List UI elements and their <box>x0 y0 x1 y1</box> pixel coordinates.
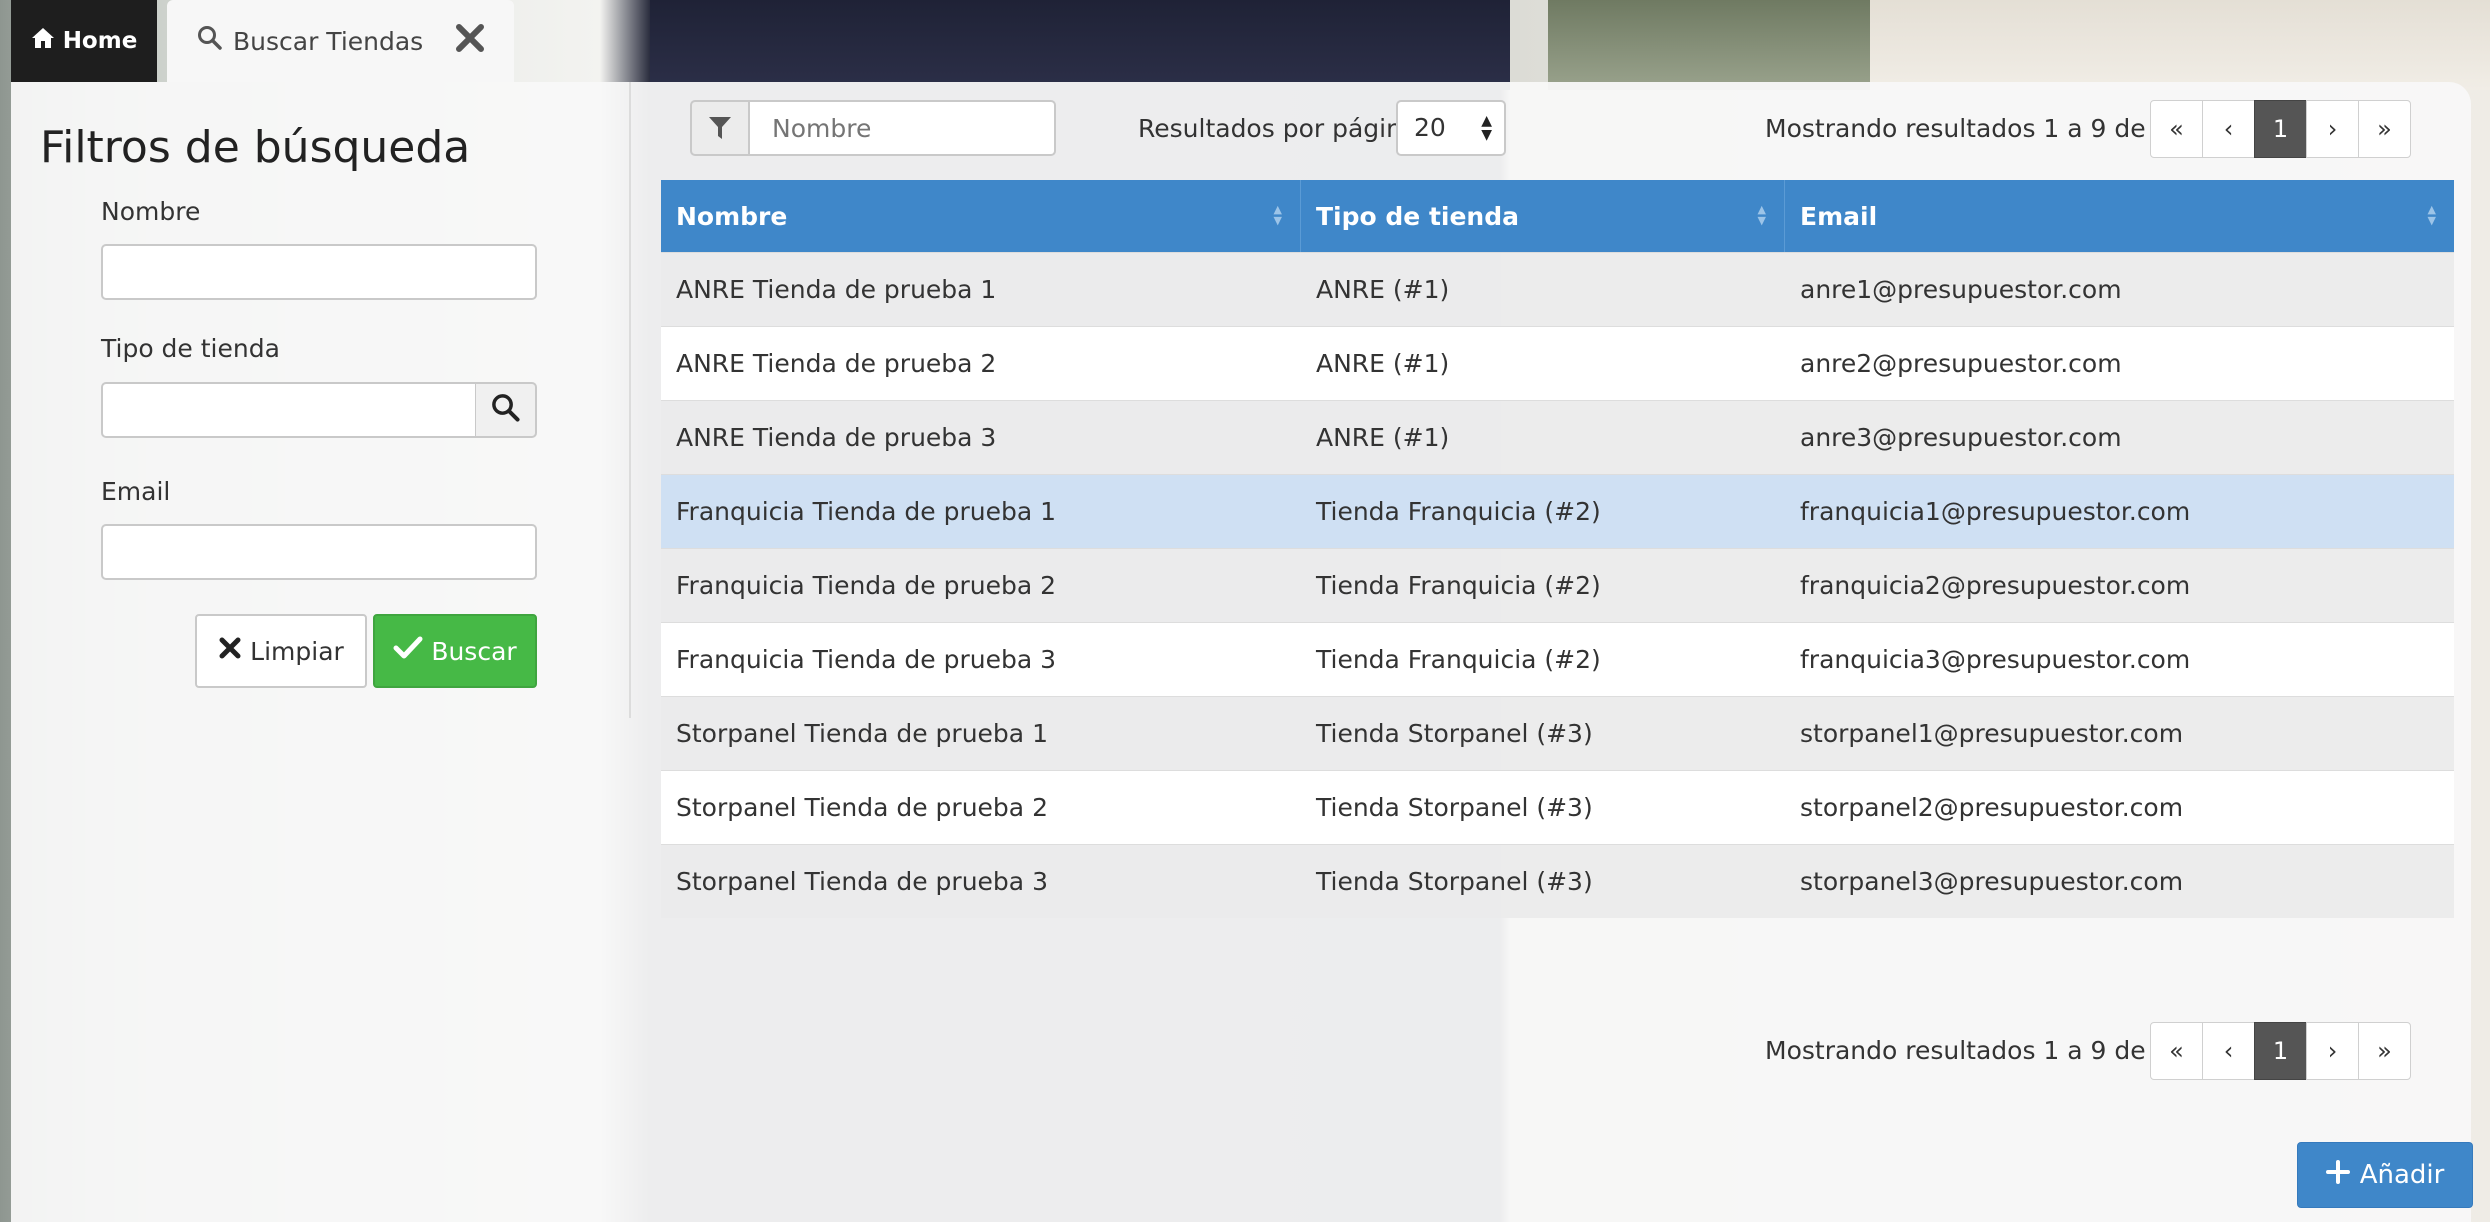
tab-bar: Home Buscar Tiendas <box>11 0 514 82</box>
column-header-label: Tipo de tienda <box>1316 201 1519 231</box>
cell-tipo: Tienda Storpanel (#3) <box>1316 793 1593 822</box>
stores-table: Nombre ▲ ▼ Tipo de tienda ▲ ▼ Email ▲ ▼ ANR… <box>661 180 2454 918</box>
close-icon[interactable] <box>454 22 486 60</box>
column-header-label: Email <box>1800 201 1878 231</box>
table-row[interactable]: Franquicia Tienda de prueba 2 Tienda Fra… <box>661 548 2454 622</box>
column-header-label: Nombre <box>676 201 788 231</box>
search-button[interactable]: Buscar <box>373 614 537 688</box>
clear-button[interactable]: Limpiar <box>195 614 367 688</box>
sidebar-title: Filtros de búsqueda <box>40 122 471 173</box>
page-next-button[interactable]: › <box>2306 1022 2359 1080</box>
tab-active-label: Buscar Tiendas <box>233 26 424 56</box>
per-page-value: 20 <box>1414 113 1446 142</box>
search-button-label: Buscar <box>431 636 517 666</box>
home-icon <box>31 27 55 55</box>
sort-icon: ▲ ▼ <box>2427 203 2436 227</box>
add-button[interactable]: Añadir <box>2297 1142 2473 1208</box>
cell-nombre: Storpanel Tienda de prueba 3 <box>676 867 1048 896</box>
cell-nombre: ANRE Tienda de prueba 3 <box>676 423 997 452</box>
cell-tipo: Tienda Franquicia (#2) <box>1316 571 1601 600</box>
page-prev-button[interactable]: ‹ <box>2202 100 2255 158</box>
cell-email: franquicia1@presupuestor.com <box>1800 497 2191 526</box>
cell-email: storpanel3@presupuestor.com <box>1800 867 2184 896</box>
results-count-top: Mostrando resultados 1 a 9 de 9 <box>1765 114 2170 143</box>
clear-button-label: Limpiar <box>250 636 344 666</box>
x-icon <box>218 636 242 666</box>
per-page-label: Resultados por página <box>1138 114 1418 143</box>
table-row[interactable]: Storpanel Tienda de prueba 3 Tienda Stor… <box>661 844 2454 918</box>
cell-tipo: Tienda Franquicia (#2) <box>1316 645 1601 674</box>
table-row[interactable]: ANRE Tienda de prueba 1 ANRE (#1) anre1@… <box>661 252 2454 326</box>
search-filters-sidebar: Filtros de búsqueda Nombre Tipo de tiend… <box>11 82 631 718</box>
per-page-select[interactable]: 20 ▲ ▼ <box>1396 100 1506 156</box>
background-image <box>1870 0 2490 90</box>
cell-nombre: Storpanel Tienda de prueba 1 <box>676 719 1048 748</box>
column-header-nombre[interactable]: Nombre ▲ ▼ <box>661 180 1301 252</box>
cell-email: anre2@presupuestor.com <box>1800 349 2122 378</box>
quick-filter-input[interactable] <box>750 100 1056 156</box>
cell-email: storpanel2@presupuestor.com <box>1800 793 2184 822</box>
cell-nombre: Franquicia Tienda de prueba 3 <box>676 645 1057 674</box>
cell-email: franquicia3@presupuestor.com <box>1800 645 2191 674</box>
name-filter-label: Nombre <box>101 197 201 226</box>
email-filter-label: Email <box>101 477 171 506</box>
background-image <box>650 0 1510 90</box>
cell-nombre: Franquicia Tienda de prueba 1 <box>676 497 1057 526</box>
cell-email: storpanel1@presupuestor.com <box>1800 719 2184 748</box>
page-current-button[interactable]: 1 <box>2254 100 2307 158</box>
background-image <box>1548 0 1870 90</box>
cell-nombre: Storpanel Tienda de prueba 2 <box>676 793 1048 822</box>
type-filter-input[interactable] <box>101 382 477 438</box>
type-search-button[interactable] <box>475 382 537 438</box>
cell-tipo: Tienda Storpanel (#3) <box>1316 719 1593 748</box>
column-header-tipo[interactable]: Tipo de tienda ▲ ▼ <box>1301 180 1785 252</box>
plus-icon <box>2325 1159 2350 1191</box>
page-prev-button[interactable]: ‹ <box>2202 1022 2255 1080</box>
sort-icon: ▲ ▼ <box>1757 203 1766 227</box>
tab-home[interactable]: Home <box>11 0 157 82</box>
cell-tipo: ANRE (#1) <box>1316 275 1450 304</box>
search-icon <box>491 393 521 427</box>
pagination-top: « ‹ 1 › » <box>2150 100 2411 158</box>
cell-email: anre1@presupuestor.com <box>1800 275 2122 304</box>
type-filter-label: Tipo de tienda <box>101 334 280 363</box>
cell-tipo: ANRE (#1) <box>1316 423 1450 452</box>
check-icon <box>393 635 423 667</box>
cell-tipo: ANRE (#1) <box>1316 349 1450 378</box>
tab-buscar-tiendas[interactable]: Buscar Tiendas <box>167 0 514 82</box>
page-current-button[interactable]: 1 <box>2254 1022 2307 1080</box>
page-first-button[interactable]: « <box>2150 100 2203 158</box>
table-row-highlighted[interactable]: Franquicia Tienda de prueba 1 Tienda Fra… <box>661 474 2454 548</box>
add-button-label: Añadir <box>2359 1160 2445 1190</box>
table-header: Nombre ▲ ▼ Tipo de tienda ▲ ▼ Email ▲ ▼ <box>661 180 2454 252</box>
page-first-button[interactable]: « <box>2150 1022 2203 1080</box>
search-icon <box>197 25 223 57</box>
table-row[interactable]: Storpanel Tienda de prueba 1 Tienda Stor… <box>661 696 2454 770</box>
sort-icon: ▲ ▼ <box>1273 203 1282 227</box>
filter-icon[interactable] <box>690 100 750 156</box>
table-row[interactable]: ANRE Tienda de prueba 3 ANRE (#1) anre3@… <box>661 400 2454 474</box>
email-filter-input[interactable] <box>101 524 537 580</box>
table-row[interactable]: ANRE Tienda de prueba 2 ANRE (#1) anre2@… <box>661 326 2454 400</box>
cell-email: franquicia2@presupuestor.com <box>1800 571 2191 600</box>
cell-nombre: Franquicia Tienda de prueba 2 <box>676 571 1057 600</box>
table-row[interactable]: Storpanel Tienda de prueba 2 Tienda Stor… <box>661 770 2454 844</box>
cell-tipo: Tienda Franquicia (#2) <box>1316 497 1601 526</box>
column-header-email[interactable]: Email ▲ ▼ <box>1785 180 2454 252</box>
cell-nombre: ANRE Tienda de prueba 1 <box>676 275 997 304</box>
name-filter-input[interactable] <box>101 244 537 300</box>
page-next-button[interactable]: › <box>2306 100 2359 158</box>
page-last-button[interactable]: » <box>2358 1022 2411 1080</box>
page-last-button[interactable]: » <box>2358 100 2411 158</box>
pagination-bottom: « ‹ 1 › » <box>2150 1022 2411 1080</box>
cell-tipo: Tienda Storpanel (#3) <box>1316 867 1593 896</box>
tab-home-label: Home <box>62 28 138 54</box>
table-row[interactable]: Franquicia Tienda de prueba 3 Tienda Fra… <box>661 622 2454 696</box>
cell-nombre: ANRE Tienda de prueba 2 <box>676 349 997 378</box>
quick-filter <box>690 100 1056 156</box>
main-panel: Filtros de búsqueda Nombre Tipo de tiend… <box>11 82 2471 1222</box>
cell-email: anre3@presupuestor.com <box>1800 423 2122 452</box>
select-arrows-icon: ▲ ▼ <box>1481 113 1492 143</box>
results-count-bottom: Mostrando resultados 1 a 9 de 9 <box>1765 1036 2170 1065</box>
